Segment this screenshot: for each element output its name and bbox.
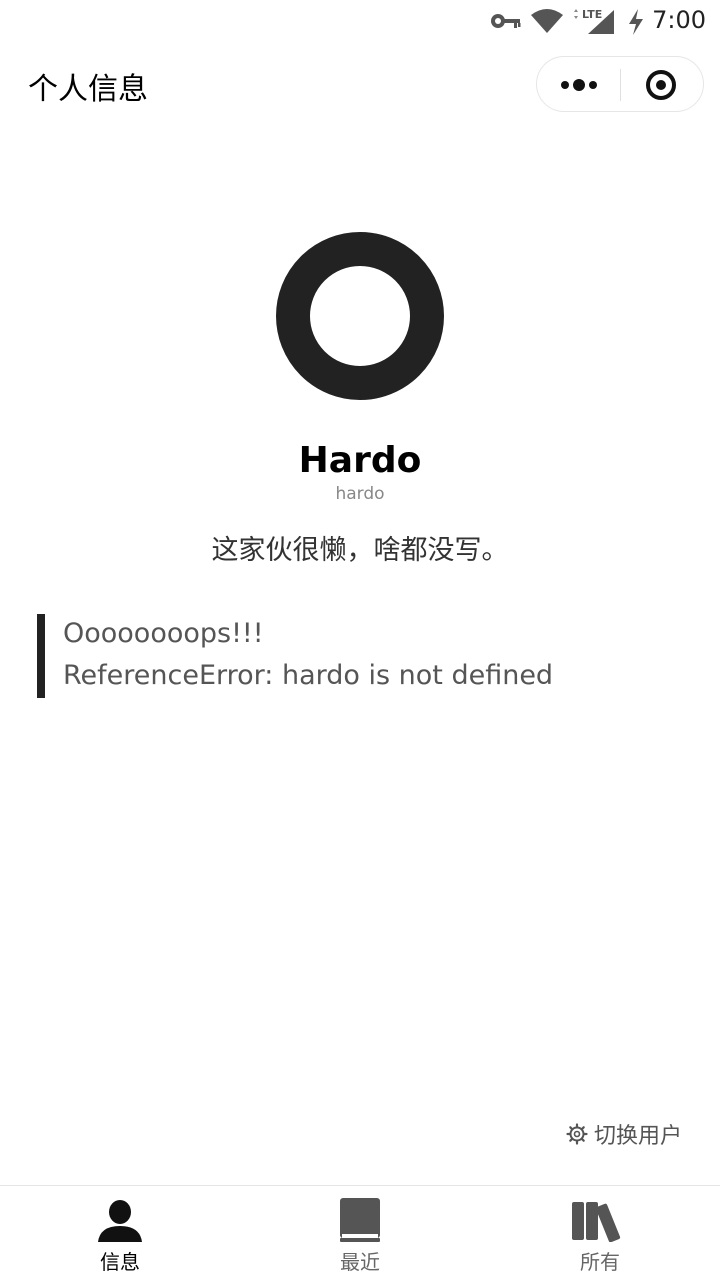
- error-title: Oooooooops!!!: [63, 618, 264, 649]
- user-bio: 这家伙很懒，啥都没写。: [211, 535, 509, 566]
- key-icon: [490, 12, 522, 34]
- avatar: [276, 232, 444, 400]
- lte-signal-icon: LTE: [568, 4, 618, 40]
- tab-all-label: 所有: [580, 1250, 620, 1274]
- more-button[interactable]: [537, 57, 620, 113]
- book-icon: [340, 1198, 380, 1242]
- navigation-bar: 个人信息: [0, 44, 720, 124]
- person-icon: [98, 1200, 142, 1242]
- wifi-icon: [530, 8, 564, 38]
- clock-time: 7:00: [652, 6, 706, 34]
- tab-all[interactable]: 所有: [480, 1186, 720, 1280]
- close-target-icon: [646, 70, 676, 100]
- network-label: LTE: [582, 8, 602, 21]
- status-bar: LTE 7:00: [0, 0, 720, 44]
- gear-icon: [566, 1123, 588, 1145]
- battery-charging-icon: [626, 8, 646, 40]
- switch-user-button[interactable]: 切换用户: [566, 1118, 682, 1150]
- menu-capsule: [536, 56, 704, 112]
- error-accent-bar: [37, 614, 45, 698]
- tab-recent-label: 最近: [340, 1250, 380, 1274]
- display-name: Hardo: [298, 440, 422, 481]
- tab-info[interactable]: 信息: [0, 1186, 240, 1280]
- books-icon: [572, 1202, 621, 1242]
- switch-user-label: 切换用户: [593, 1124, 682, 1149]
- error-message-block: Oooooooops!!! ReferenceError: hardo is n…: [37, 614, 677, 698]
- tab-bar: 信息 最近 所有: [0, 1185, 720, 1280]
- username: hardo: [335, 484, 385, 504]
- close-button[interactable]: [619, 57, 703, 113]
- error-detail: ReferenceError: hardo is not defined: [63, 660, 554, 691]
- more-dots-icon: [561, 79, 597, 91]
- page-title: 个人信息: [28, 72, 148, 107]
- tab-recent[interactable]: 最近: [240, 1186, 480, 1280]
- tab-info-label: 信息: [100, 1250, 140, 1274]
